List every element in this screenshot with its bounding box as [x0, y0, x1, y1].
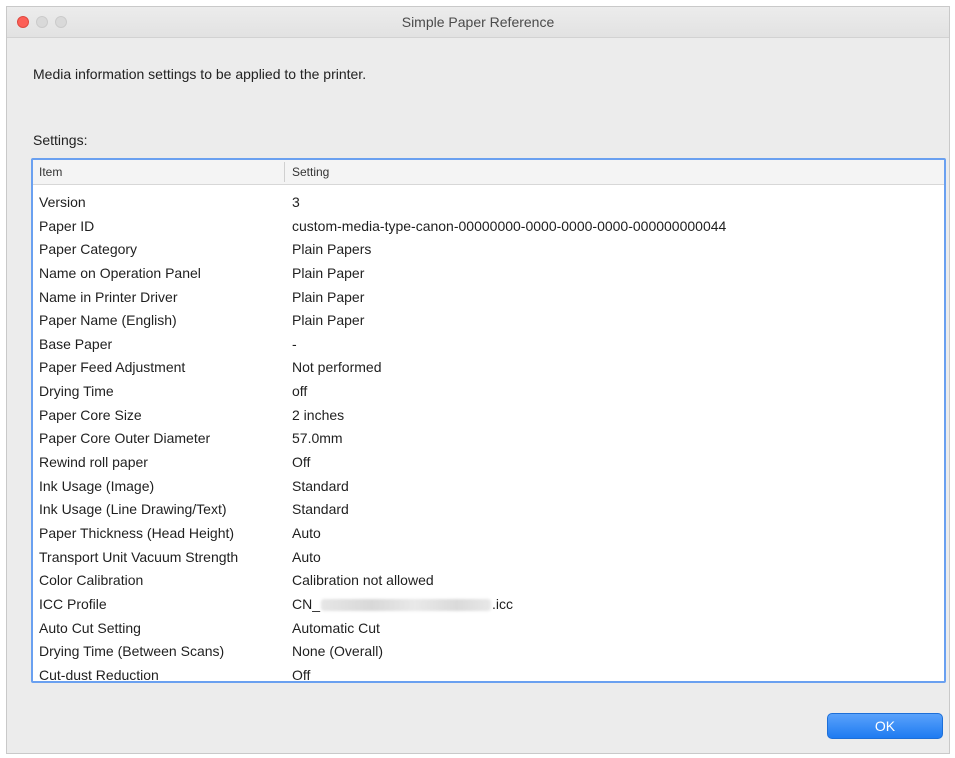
- row-setting: off: [292, 383, 308, 400]
- table-row[interactable]: Paper Thickness (Head Height) Auto: [33, 522, 944, 546]
- row-setting: Off: [292, 666, 311, 683]
- row-setting: -: [292, 335, 297, 352]
- settings-table[interactable]: Item Setting Version 3 Paper ID custom-med…: [31, 158, 946, 683]
- table-row[interactable]: Name on Operation Panel Plain Paper: [33, 262, 944, 286]
- row-setting: None (Overall): [292, 643, 384, 660]
- settings-label: Settings:: [33, 132, 88, 148]
- redacted-text: [321, 599, 492, 612]
- row-item: Rewind roll paper: [39, 454, 148, 471]
- table-row[interactable]: Version 3: [33, 191, 944, 215]
- table-row[interactable]: Base Paper -: [33, 333, 944, 357]
- row-setting: Plain Papers: [292, 241, 372, 258]
- row-item: Auto Cut Setting: [39, 619, 141, 636]
- table-row[interactable]: ICC Profile CN_ .icc: [33, 593, 944, 617]
- table-body: Version 3 Paper ID custom-media-type-canon…: [33, 191, 944, 683]
- row-setting: Auto: [292, 548, 321, 565]
- row-setting: Plain Paper: [292, 312, 365, 329]
- row-item: Transport Unit Vacuum Strength: [39, 548, 239, 565]
- table-row[interactable]: Color Calibration Calibration not allowed: [33, 569, 944, 593]
- table-row[interactable]: Paper ID custom-media-type-canon-00000000…: [33, 215, 944, 239]
- row-setting: Standard: [292, 501, 349, 518]
- row-setting: 3: [292, 194, 300, 210]
- column-header-setting[interactable]: Setting: [292, 165, 329, 179]
- row-item: Name on Operation Panel: [39, 264, 201, 281]
- row-item: Color Calibration: [39, 572, 144, 589]
- row-item: Base Paper: [39, 335, 113, 352]
- table-row[interactable]: Drying Time off: [33, 380, 944, 404]
- row-setting: 57.0mm: [292, 430, 343, 447]
- table-row[interactable]: Paper Feed Adjustment Not performed: [33, 356, 944, 380]
- row-item: Drying Time (Between Scans): [39, 643, 225, 660]
- row-setting: 2 inches: [292, 406, 345, 423]
- window-title: Simple Paper Reference: [401, 14, 555, 30]
- row-setting: Standard: [292, 477, 349, 494]
- icc-profile-prefix: CN_: [292, 595, 321, 612]
- table-row[interactable]: Paper Category Plain Papers: [33, 238, 944, 262]
- row-setting: Automatic Cut: [292, 619, 380, 636]
- row-item: Paper Thickness (Head Height): [39, 524, 235, 541]
- table-row[interactable]: Transport Unit Vacuum Strength Auto: [33, 546, 944, 570]
- table-row[interactable]: Auto Cut Setting Automatic Cut: [33, 617, 944, 641]
- table-row[interactable]: Cut-dust Reduction Off: [33, 664, 944, 683]
- row-setting: CN_ .icc: [292, 596, 513, 612]
- row-setting: Off: [292, 454, 311, 471]
- row-item: ICC Profile: [39, 595, 107, 612]
- table-header: Item Setting: [33, 160, 944, 185]
- row-item: Ink Usage (Line Drawing/Text): [39, 501, 227, 518]
- table-row[interactable]: Ink Usage (Line Drawing/Text) Standard: [33, 498, 944, 522]
- table-row[interactable]: Name in Printer Driver Plain Paper: [33, 286, 944, 310]
- row-setting: Plain Paper: [292, 288, 365, 305]
- row-item: Paper Core Outer Diameter: [39, 430, 211, 447]
- row-item: Name in Printer Driver: [39, 288, 178, 305]
- table-row[interactable]: Paper Core Outer Diameter 57.0mm: [33, 427, 944, 451]
- table-row[interactable]: Ink Usage (Image) Standard: [33, 475, 944, 499]
- row-item: Cut-dust Reduction: [39, 666, 159, 683]
- description-text: Media information settings to be applied…: [33, 66, 367, 82]
- row-item: Drying Time: [39, 383, 114, 400]
- simple-paper-reference-dialog: Simple Paper Reference Media information…: [6, 6, 950, 754]
- row-setting: custom-media-type-canon-00000000-0000-00…: [292, 217, 727, 234]
- table-row[interactable]: Rewind roll paper Off: [33, 451, 944, 475]
- row-item: Paper Category: [39, 241, 138, 258]
- column-divider[interactable]: [284, 162, 285, 182]
- title-bar: Simple Paper Reference: [7, 7, 949, 38]
- row-item: Paper Name (English): [39, 312, 177, 329]
- table-row[interactable]: Paper Name (English) Plain Paper: [33, 309, 944, 333]
- column-header-item[interactable]: Item: [39, 165, 62, 179]
- table-row[interactable]: Drying Time (Between Scans) None (Overall…: [33, 640, 944, 664]
- ok-button[interactable]: OK: [827, 713, 943, 739]
- row-item: Ink Usage (Image): [39, 477, 155, 494]
- row-item: Paper Core Size: [39, 406, 142, 423]
- row-setting: Auto: [292, 524, 321, 541]
- row-setting: Calibration not allowed: [292, 572, 434, 589]
- row-item: Paper ID: [39, 217, 95, 234]
- row-item: Version: [39, 194, 86, 210]
- icc-profile-suffix: .icc: [492, 595, 514, 612]
- row-item: Paper Feed Adjustment: [39, 359, 186, 376]
- row-setting: Not performed: [292, 359, 382, 376]
- row-setting: Plain Paper: [292, 264, 365, 281]
- table-row[interactable]: Paper Core Size 2 inches: [33, 404, 944, 428]
